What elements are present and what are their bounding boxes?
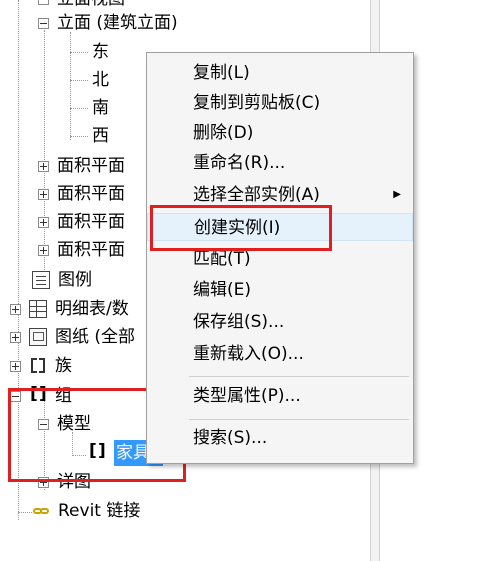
menu-item-rename[interactable]: 重命名(R)...: [147, 149, 413, 177]
tree-guide-line: [70, 32, 71, 140]
collapse-toggle-icon[interactable]: [38, 17, 49, 29]
family-icon: [29, 357, 47, 375]
tree-item-revit-links[interactable]: Revit 链接: [32, 498, 140, 524]
menu-item-edit[interactable]: 编辑(E): [147, 276, 413, 304]
tree-item-elevation-south[interactable]: 南: [92, 95, 109, 121]
menu-item-type-properties[interactable]: 类型属性(P)...: [147, 382, 413, 410]
tree-guide-line: [70, 108, 88, 109]
expand-toggle-icon[interactable]: [38, 188, 49, 200]
menu-item-copy[interactable]: 复制(L): [147, 59, 413, 87]
context-menu: 复制(L) 复制到剪贴板(C) 删除(D) 重命名(R)... 选择全部实例(A…: [146, 52, 414, 464]
highlight-box-create-instance: [150, 205, 332, 251]
menu-item-search[interactable]: 搜索(S)...: [147, 424, 413, 452]
expand-toggle-icon[interactable]: [38, 244, 49, 256]
menu-separator: [189, 376, 409, 377]
tree-item-elevation-folder[interactable]: 立面 (建筑立面): [38, 10, 178, 36]
tree-guide-line: [18, 512, 32, 513]
expand-toggle-icon[interactable]: [10, 360, 21, 372]
tree-item-elevation-north[interactable]: 北: [92, 67, 109, 93]
tree-item-elevation-west[interactable]: 西: [92, 123, 109, 149]
tree-item-area-plan-3[interactable]: 面积平面: [38, 209, 125, 235]
tree-item-label: 立面 (建筑立面): [57, 13, 178, 33]
tree-item-legend[interactable]: 图例: [32, 267, 92, 293]
tree-item-area-plan-2[interactable]: 面积平面: [38, 181, 125, 207]
expand-toggle-icon[interactable]: [10, 303, 21, 315]
expand-toggle-icon[interactable]: [38, 160, 49, 172]
menu-item-save-group[interactable]: 保存组(S)...: [147, 308, 413, 336]
tree-item-schedules[interactable]: 明细表/数: [10, 296, 129, 322]
expand-toggle-icon[interactable]: [10, 331, 21, 343]
menu-separator: [189, 419, 409, 420]
tree-item-families[interactable]: 族: [10, 353, 72, 379]
expand-toggle-icon[interactable]: [38, 216, 49, 228]
tree-item-sheets[interactable]: 图纸 (全部: [10, 324, 135, 350]
menu-item-copy-to-clipboard[interactable]: 复制到剪贴板(C): [147, 89, 413, 117]
menu-item-reload[interactable]: 重新载入(O)...: [147, 340, 413, 368]
menu-item-delete[interactable]: 删除(D): [147, 119, 413, 147]
link-chain-icon: [32, 502, 50, 520]
sheet-icon: [29, 328, 47, 346]
tree-item-area-plan-4[interactable]: 面积平面: [38, 237, 125, 263]
tree-guide-line: [70, 52, 88, 53]
tree-item-elevation-east[interactable]: 东: [92, 39, 109, 65]
submenu-arrow-icon: ▶: [393, 189, 401, 200]
legend-icon: [32, 271, 50, 289]
schedule-table-icon: [29, 300, 47, 318]
tree-guide-line: [70, 80, 88, 81]
tree-guide-line: [70, 136, 88, 137]
collapse-toggle-icon[interactable]: [38, 0, 49, 5]
tree-item-area-plan-1[interactable]: 面积平面: [38, 153, 125, 179]
